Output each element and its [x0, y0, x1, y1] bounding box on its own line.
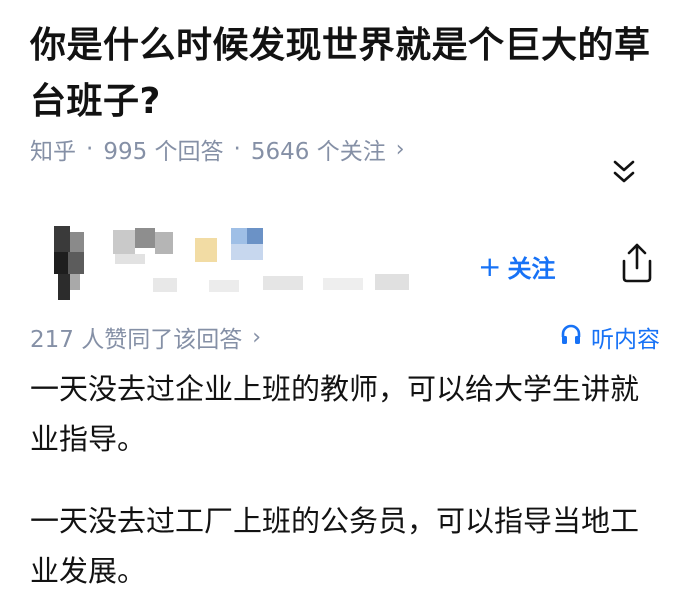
avatar[interactable]: [54, 226, 84, 300]
chevron-right-icon: ›: [395, 136, 405, 162]
question-title[interactable]: 你是什么时候发现世界就是个巨大的草台班子?: [30, 18, 660, 130]
like-count[interactable]: 217 人赞同了该回答 ›: [30, 320, 261, 354]
plus-icon: +: [478, 249, 502, 283]
source-label: 知乎: [30, 139, 76, 165]
meta-separator: ·: [233, 136, 241, 162]
chevron-right-icon: ›: [252, 324, 262, 350]
headphones-icon: [559, 322, 583, 352]
double-chevron-down-icon[interactable]: [604, 156, 644, 190]
like-count-text: 217 人赞同了该回答: [30, 327, 243, 353]
listen-label: 听内容: [591, 327, 660, 353]
follow-button[interactable]: + 关注: [478, 246, 555, 286]
question-meta[interactable]: 知乎 · 995 个回答 · 5646 个关注 ›: [30, 132, 405, 166]
follow-label: 关注: [507, 254, 556, 283]
follower-count: 5646 个关注: [250, 139, 386, 165]
author-name[interactable]: [113, 228, 413, 298]
answer-paragraph: 一天没去过企业上班的教师，可以给大学生讲就业指导。: [30, 372, 640, 456]
meta-separator: ·: [86, 136, 94, 162]
listen-button[interactable]: 听内容: [559, 320, 660, 354]
answer-paragraph: 一天没去过工厂上班的公务员，可以指导当地工业发展。: [30, 504, 640, 588]
share-icon[interactable]: [617, 241, 657, 285]
answer-count: 995 个回答: [103, 139, 224, 165]
